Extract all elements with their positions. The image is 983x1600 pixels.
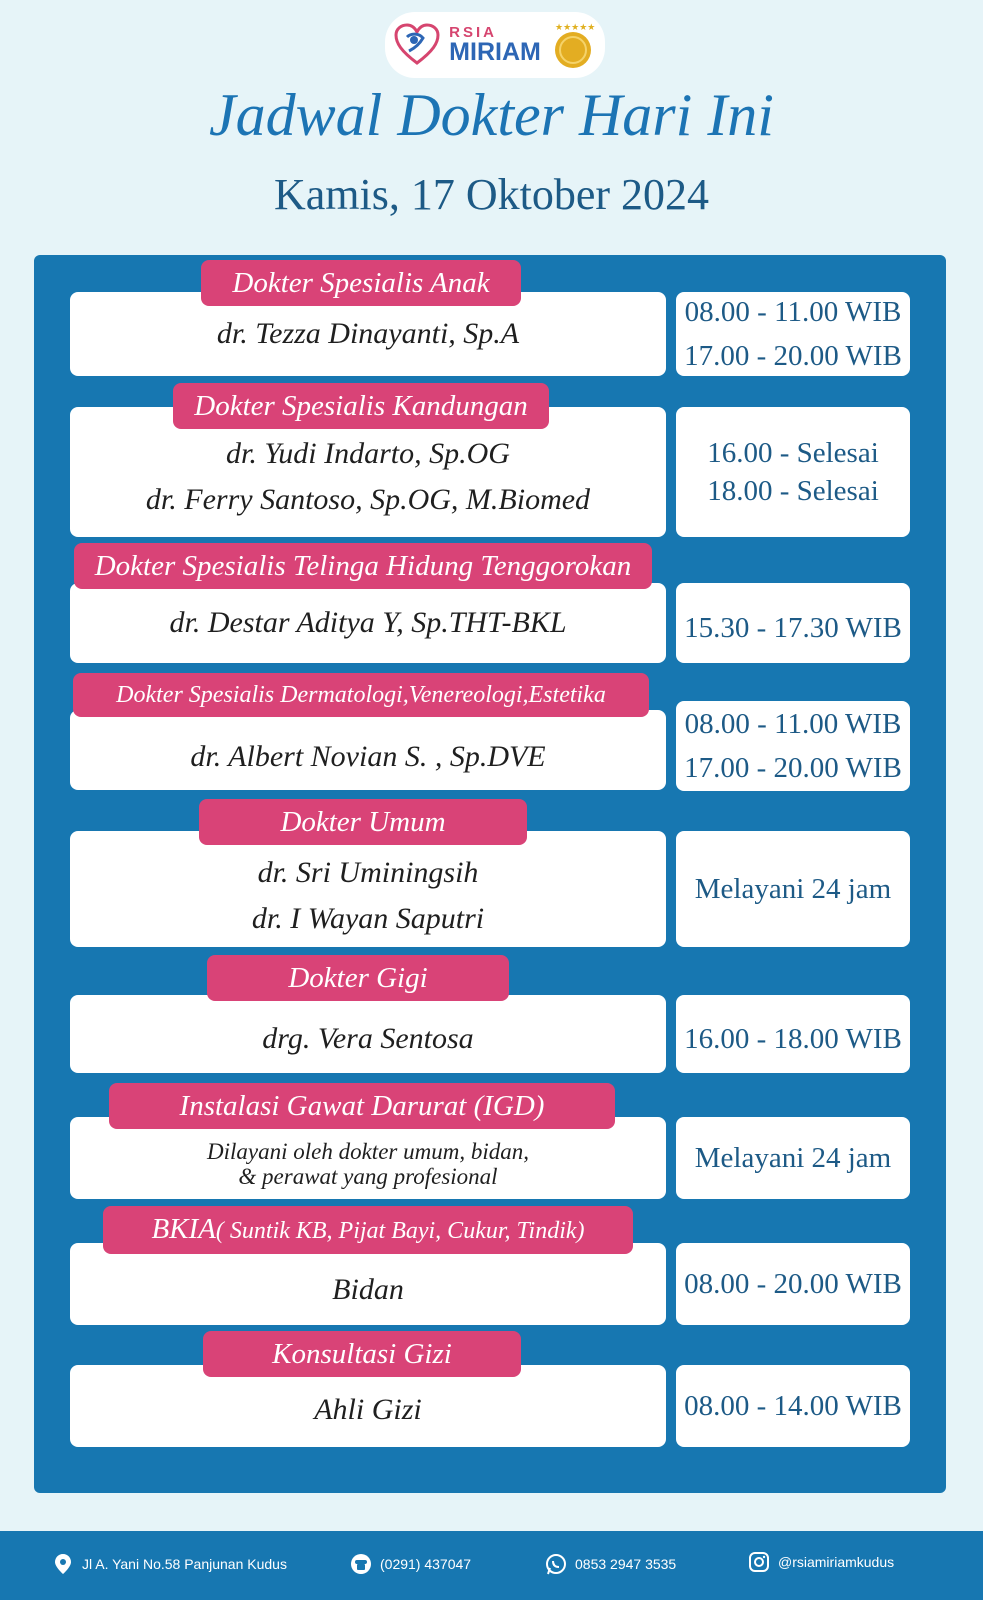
schedule-date: Kamis, 17 Oktober 2024 xyxy=(273,170,710,219)
doctor-name: dr. Sri Uminingsih xyxy=(257,856,479,889)
time-slot: 08.00 - 14.00 WIB xyxy=(684,1390,902,1422)
time-slot: 15.30 - 17.30 WIB xyxy=(684,612,902,644)
whatsapp-item[interactable]: 0853 2947 3535 xyxy=(545,1553,676,1575)
specialty-label: Dokter Spesialis Telinga Hidung Tenggoro… xyxy=(74,543,652,589)
specialty-label: Dokter Umum xyxy=(199,799,527,845)
time-slot: 08.00 - 20.00 WIB xyxy=(684,1268,902,1300)
doctor-name: dr. I Wayan Saputri xyxy=(251,902,485,935)
medal-icon: ★★★★★ xyxy=(554,22,595,68)
doctor-names-box: Ahli Gizi xyxy=(70,1365,666,1447)
doctor-name: dr. Ferry Santoso, Sp.OG, M.Biomed xyxy=(145,483,591,516)
instagram-text: @rsiamiriamkudus xyxy=(778,1554,895,1570)
specialty-label: Instalasi Gawat Darurat (IGD) xyxy=(109,1083,615,1129)
time-slot: Melayani 24 jam xyxy=(694,873,892,905)
time-slot: 17.00 - 20.00 WIB xyxy=(684,752,902,784)
doctor-name: dr. Destar Aditya Y, Sp.THT-BKL xyxy=(169,606,567,639)
doctor-names-box: Bidan xyxy=(70,1243,666,1325)
time-slot: 08.00 - 11.00 WIB xyxy=(684,708,902,740)
time-box: 08.00 - 20.00 WIB xyxy=(676,1243,910,1325)
whatsapp-icon xyxy=(546,1554,566,1575)
time-box: Melayani 24 jam xyxy=(676,831,910,947)
doctor-names-box: dr. Sri Uminingsih dr. I Wayan Saputri xyxy=(70,831,666,947)
time-slot: 17.00 - 20.00 WIB xyxy=(684,340,902,372)
address-text: Jl A. Yani No.58 Panjunan Kudus xyxy=(82,1556,287,1572)
specialty-label: Dokter Spesialis Dermatologi,Venereologi… xyxy=(73,673,649,717)
time-box: 15.30 - 17.30 WIB xyxy=(676,583,910,663)
time-slot: 18.00 - Selesai xyxy=(707,475,879,507)
time-box: 16.00 - 18.00 WIB xyxy=(676,995,910,1073)
time-slot: 16.00 - Selesai xyxy=(707,437,879,469)
time-box: 16.00 - Selesai 18.00 - Selesai xyxy=(676,407,910,537)
phone-text: (0291) 437047 xyxy=(380,1556,472,1572)
phone-icon xyxy=(351,1554,371,1574)
phone-item[interactable]: (0291) 437047 xyxy=(350,1553,471,1575)
specialty-label: BKIA( Suntik KB, Pijat Bayi, Cukur, Tind… xyxy=(103,1206,633,1254)
time-box: 08.00 - 11.00 WIB 17.00 - 20.00 WIB xyxy=(676,292,910,376)
address-item: Jl A. Yani No.58 Panjunan Kudus xyxy=(52,1553,287,1575)
time-box: 08.00 - 11.00 WIB 17.00 - 20.00 WIB xyxy=(676,701,910,791)
specialty-label: Dokter Spesialis Anak xyxy=(201,260,521,306)
whatsapp-text: 0853 2947 3535 xyxy=(575,1556,677,1572)
specialty-label-sub: ( Suntik KB, Pijat Bayi, Cukur, Tindik) xyxy=(215,1218,585,1244)
time-box: 08.00 - 14.00 WIB xyxy=(676,1365,910,1447)
doctor-name: dr. Tezza Dinayanti, Sp.A xyxy=(216,317,520,350)
svg-text:★★★★★: ★★★★★ xyxy=(555,22,595,32)
time-slot: Melayani 24 jam xyxy=(694,1142,892,1174)
specialty-label: Konsultasi Gizi xyxy=(203,1331,521,1377)
heart-logo-icon xyxy=(394,23,440,65)
doctor-names-box: Dilayani oleh dokter umum, bidan, & pera… xyxy=(70,1117,666,1199)
schedule-panel: dr. Tezza Dinayanti, Sp.A Dokter Spesial… xyxy=(34,255,946,1493)
doctor-names-box: dr. Albert Novian S. , Sp.DVE xyxy=(70,710,666,790)
page-title: Jadwal Dokter Hari Ini xyxy=(209,82,774,148)
doctor-name: dr. Albert Novian S. , Sp.DVE xyxy=(190,740,546,773)
time-slot: 08.00 - 11.00 WIB xyxy=(684,296,902,328)
contact-footer: Jl A. Yani No.58 Panjunan Kudus (0291) 4… xyxy=(0,1531,983,1600)
staff-name: Ahli Gizi xyxy=(314,1393,422,1426)
doctor-names-box: dr. Destar Aditya Y, Sp.THT-BKL xyxy=(70,583,666,663)
time-box: Melayani 24 jam xyxy=(676,1117,910,1199)
instagram-icon xyxy=(749,1552,769,1572)
doctor-names-box: drg. Vera Sentosa xyxy=(70,995,666,1073)
specialty-label: Dokter Spesialis Kandungan xyxy=(173,383,549,429)
staff-name: Bidan xyxy=(332,1273,404,1306)
logo-name-text: MIRIAM xyxy=(449,38,541,66)
doctor-name: dr. Yudi Indarto, Sp.OG xyxy=(226,437,510,470)
specialty-label-main: BKIA xyxy=(151,1213,216,1245)
hospital-logo: RSIA MIRIAM ★★★★★ xyxy=(385,12,605,78)
time-slot: 16.00 - 18.00 WIB xyxy=(684,1023,902,1055)
service-description: & perawat yang profesional xyxy=(238,1164,498,1189)
specialty-label: Dokter Gigi xyxy=(207,955,509,1001)
service-description: Dilayani oleh dokter umum, bidan, xyxy=(207,1139,529,1164)
instagram-item[interactable]: @rsiamiriamkudus xyxy=(748,1551,894,1573)
doctor-name: drg. Vera Sentosa xyxy=(262,1022,474,1055)
location-pin-icon xyxy=(55,1554,71,1574)
